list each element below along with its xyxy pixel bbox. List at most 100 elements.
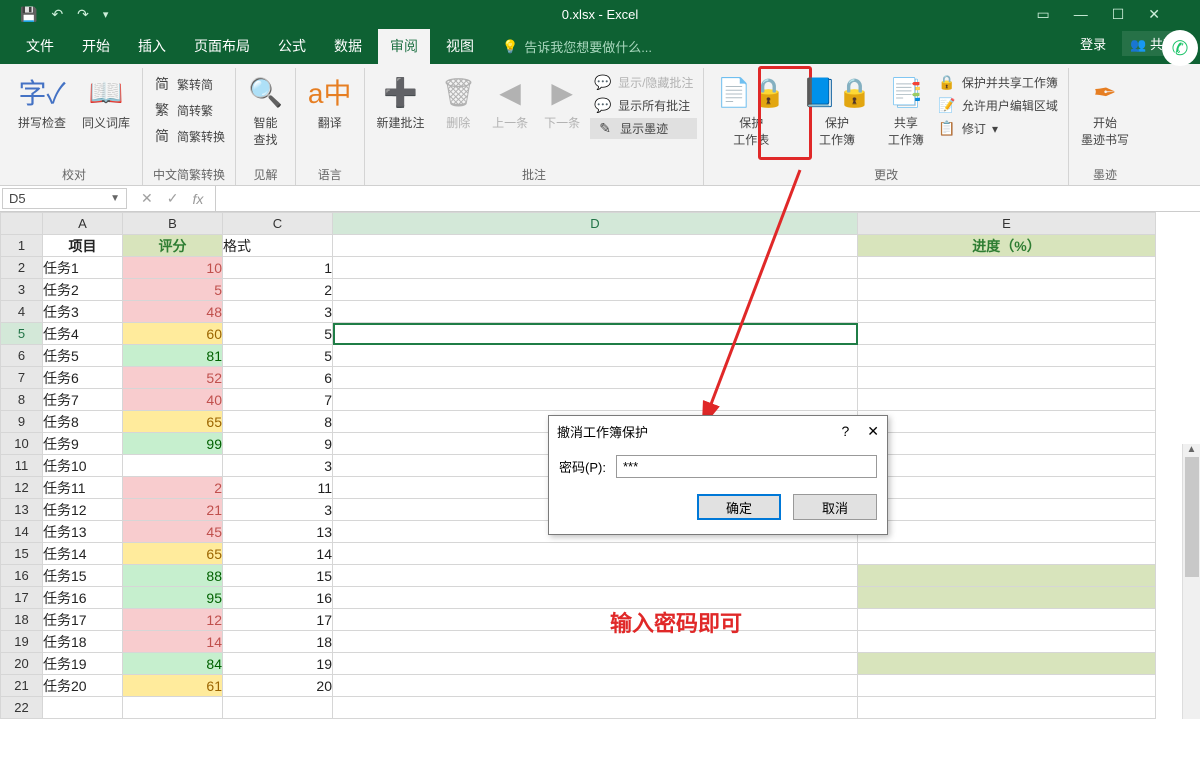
cell-E4[interactable] bbox=[858, 301, 1156, 323]
name-box[interactable]: D5 ▼ bbox=[2, 188, 127, 209]
tab-公式[interactable]: 公式 bbox=[266, 29, 318, 64]
vertical-scrollbar[interactable]: ▲ bbox=[1182, 444, 1200, 719]
cell-C10[interactable]: 9 bbox=[223, 433, 333, 455]
cell-E2[interactable] bbox=[858, 257, 1156, 279]
cell-E10[interactable] bbox=[858, 433, 1156, 455]
row-8[interactable]: 8 bbox=[1, 389, 43, 411]
protect-sheet-button[interactable]: 📄🔒 保护 工作表 bbox=[710, 70, 792, 152]
tab-开始[interactable]: 开始 bbox=[70, 29, 122, 64]
cell-A16[interactable]: 任务15 bbox=[43, 565, 123, 587]
row-17[interactable]: 17 bbox=[1, 587, 43, 609]
cell-E16[interactable] bbox=[858, 565, 1156, 587]
cell-D7[interactable] bbox=[333, 367, 858, 389]
cell-C8[interactable]: 7 bbox=[223, 389, 333, 411]
cell-B15[interactable]: 65 bbox=[123, 543, 223, 565]
cell-A2[interactable]: 任务1 bbox=[43, 257, 123, 279]
row-13[interactable]: 13 bbox=[1, 499, 43, 521]
cell-D18[interactable] bbox=[333, 609, 858, 631]
cell-E20[interactable] bbox=[858, 653, 1156, 675]
cell-E6[interactable] bbox=[858, 345, 1156, 367]
cell-A20[interactable]: 任务19 bbox=[43, 653, 123, 675]
new-comment-button[interactable]: ➕ 新建批注 bbox=[371, 70, 431, 135]
tab-文件[interactable]: 文件 bbox=[14, 29, 66, 64]
protect-share-button[interactable]: 🔒保护并共享工作簿 bbox=[934, 72, 1062, 93]
cell-E5[interactable] bbox=[858, 323, 1156, 345]
conv-button[interactable]: 简简繁转换 bbox=[149, 124, 229, 148]
cell-B7[interactable]: 52 bbox=[123, 367, 223, 389]
maximize-icon[interactable]: ☐ bbox=[1112, 6, 1125, 23]
cell-A13[interactable]: 任务12 bbox=[43, 499, 123, 521]
cell-E8[interactable] bbox=[858, 389, 1156, 411]
row-19[interactable]: 19 bbox=[1, 631, 43, 653]
cell-A10[interactable]: 任务9 bbox=[43, 433, 123, 455]
cell-B21[interactable]: 61 bbox=[123, 675, 223, 697]
start-ink-button[interactable]: ✒ 开始 墨迹书写 bbox=[1075, 70, 1135, 152]
cell-D20[interactable] bbox=[333, 653, 858, 675]
cell-C2[interactable]: 1 bbox=[223, 257, 333, 279]
redo-icon[interactable]: ↷ bbox=[77, 6, 89, 23]
cell-E9[interactable] bbox=[858, 411, 1156, 433]
cell-A12[interactable]: 任务11 bbox=[43, 477, 123, 499]
cell-B16[interactable]: 88 bbox=[123, 565, 223, 587]
cell-B20[interactable]: 84 bbox=[123, 653, 223, 675]
cell-A22[interactable] bbox=[43, 697, 123, 719]
show-ink-button[interactable]: ✎显示墨迹 bbox=[590, 118, 697, 139]
cell-C17[interactable]: 16 bbox=[223, 587, 333, 609]
smart-lookup-button[interactable]: 🔍 智能 查找 bbox=[242, 70, 289, 152]
row-1[interactable]: 1 bbox=[1, 235, 43, 257]
cell-C15[interactable]: 14 bbox=[223, 543, 333, 565]
row-9[interactable]: 9 bbox=[1, 411, 43, 433]
cell-D5[interactable] bbox=[333, 323, 858, 345]
cell-E13[interactable] bbox=[858, 499, 1156, 521]
cell-A18[interactable]: 任务17 bbox=[43, 609, 123, 631]
cell-A21[interactable]: 任务20 bbox=[43, 675, 123, 697]
row-15[interactable]: 15 bbox=[1, 543, 43, 565]
cell-B17[interactable]: 95 bbox=[123, 587, 223, 609]
row-14[interactable]: 14 bbox=[1, 521, 43, 543]
cell-B19[interactable]: 14 bbox=[123, 631, 223, 653]
row-10[interactable]: 10 bbox=[1, 433, 43, 455]
cell-C14[interactable]: 13 bbox=[223, 521, 333, 543]
dialog-help-icon[interactable]: ? bbox=[841, 423, 849, 440]
cell-C4[interactable]: 3 bbox=[223, 301, 333, 323]
tab-数据[interactable]: 数据 bbox=[322, 29, 374, 64]
scrollbar-thumb[interactable] bbox=[1185, 457, 1199, 577]
track-changes-button[interactable]: 📋修订 ▾ bbox=[934, 118, 1062, 139]
row-21[interactable]: 21 bbox=[1, 675, 43, 697]
trad-to-simp-button[interactable]: 简繁转简 bbox=[149, 72, 229, 96]
cell-A5[interactable]: 任务4 bbox=[43, 323, 123, 345]
cell-B3[interactable]: 5 bbox=[123, 279, 223, 301]
cell-D2[interactable] bbox=[333, 257, 858, 279]
cell-E21[interactable] bbox=[858, 675, 1156, 697]
cell-A1[interactable]: 项目 bbox=[43, 235, 123, 257]
cell-C13[interactable]: 3 bbox=[223, 499, 333, 521]
col-D[interactable]: D bbox=[333, 213, 858, 235]
cell-D8[interactable] bbox=[333, 389, 858, 411]
row-20[interactable]: 20 bbox=[1, 653, 43, 675]
cell-A19[interactable]: 任务18 bbox=[43, 631, 123, 653]
tab-插入[interactable]: 插入 bbox=[126, 29, 178, 64]
close-icon[interactable]: ✕ bbox=[1148, 6, 1160, 23]
cell-E15[interactable] bbox=[858, 543, 1156, 565]
cell-D16[interactable] bbox=[333, 565, 858, 587]
login-link[interactable]: 登录 bbox=[1080, 34, 1106, 53]
cell-E1[interactable]: 进度（%） bbox=[858, 235, 1156, 257]
cell-C20[interactable]: 19 bbox=[223, 653, 333, 675]
select-all-corner[interactable] bbox=[1, 213, 43, 235]
cell-A15[interactable]: 任务14 bbox=[43, 543, 123, 565]
cell-E14[interactable] bbox=[858, 521, 1156, 543]
cell-C5[interactable]: 5 bbox=[223, 323, 333, 345]
cell-D19[interactable] bbox=[333, 631, 858, 653]
cancel-button[interactable]: 取消 bbox=[793, 494, 877, 520]
col-A[interactable]: A bbox=[43, 213, 123, 235]
cell-D1[interactable] bbox=[333, 235, 858, 257]
row-2[interactable]: 2 bbox=[1, 257, 43, 279]
cell-E17[interactable] bbox=[858, 587, 1156, 609]
phone-icon[interactable]: ✆ bbox=[1162, 30, 1198, 66]
cell-A6[interactable]: 任务5 bbox=[43, 345, 123, 367]
row-3[interactable]: 3 bbox=[1, 279, 43, 301]
row-7[interactable]: 7 bbox=[1, 367, 43, 389]
cell-B6[interactable]: 81 bbox=[123, 345, 223, 367]
col-E[interactable]: E bbox=[858, 213, 1156, 235]
cell-B1[interactable]: 评分 bbox=[123, 235, 223, 257]
